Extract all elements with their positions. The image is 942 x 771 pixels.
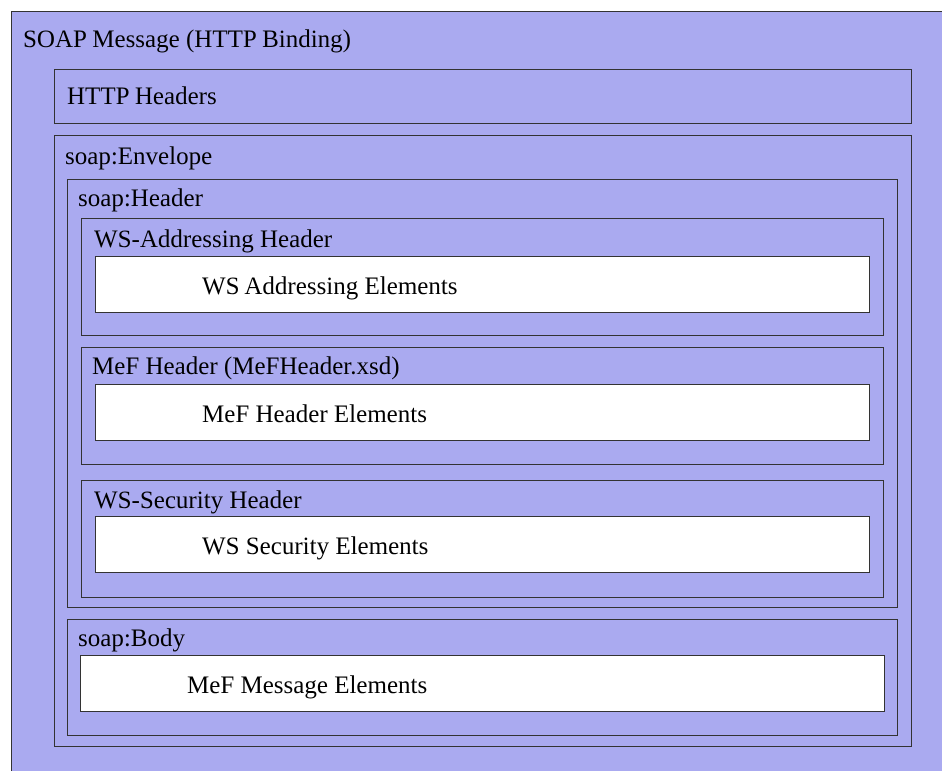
soap-header-label: soap:Header xyxy=(78,185,203,212)
ws-security-header-label: WS-Security Header xyxy=(94,487,302,514)
soap-body-label: soap:Body xyxy=(78,625,185,652)
mef-header-elements-box: MeF Header Elements xyxy=(95,384,870,441)
http-headers-label: HTTP Headers xyxy=(67,83,217,110)
soap-envelope-label: soap:Envelope xyxy=(65,143,213,170)
ws-security-elements-label: WS Security Elements xyxy=(202,533,429,560)
soap-message-title: SOAP Message (HTTP Binding) xyxy=(23,26,352,53)
mef-message-elements-label: MeF Message Elements xyxy=(187,672,428,699)
mef-header-elements-label: MeF Header Elements xyxy=(202,401,427,428)
mef-header-label: MeF Header (MeFHeader.xsd) xyxy=(92,353,400,380)
mef-message-elements-box: MeF Message Elements xyxy=(80,655,885,712)
soap-message-diagram: SOAP Message (HTTP Binding) HTTP Headers… xyxy=(0,0,942,771)
ws-addressing-elements-label: WS Addressing Elements xyxy=(202,273,458,300)
ws-addressing-header-label: WS-Addressing Header xyxy=(94,226,333,253)
http-headers-box: HTTP Headers xyxy=(54,69,912,124)
ws-addressing-elements-box: WS Addressing Elements xyxy=(95,256,870,313)
ws-security-elements-box: WS Security Elements xyxy=(95,516,870,573)
